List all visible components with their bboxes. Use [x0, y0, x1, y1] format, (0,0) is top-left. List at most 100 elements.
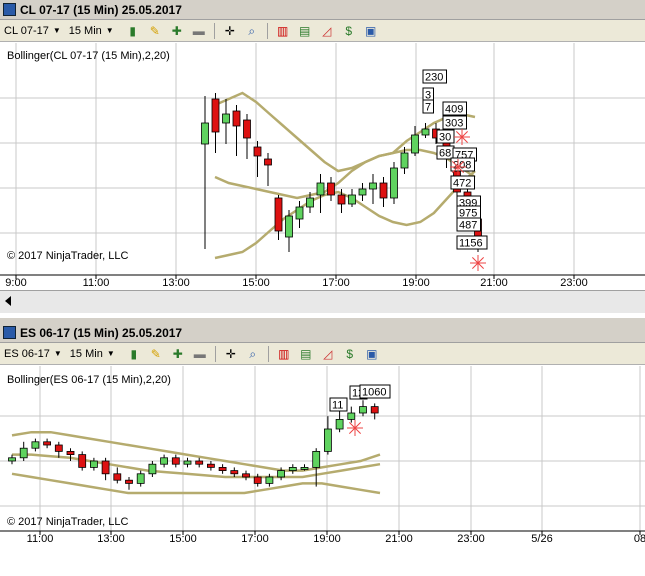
x-tick-label: 19:00	[313, 533, 341, 545]
chart-style-icon[interactable]: ◿	[319, 23, 335, 39]
instrument-label: ES 06-17	[4, 347, 50, 360]
trade-marker	[477, 262, 485, 270]
chevron-down-icon: ▼	[53, 349, 62, 358]
app-icon	[3, 3, 16, 16]
candle-body	[206, 463, 215, 468]
bollinger-band-line	[214, 170, 476, 260]
candle-body	[66, 451, 75, 456]
volume-label: 68	[439, 148, 451, 160]
candle-body	[369, 182, 377, 190]
indicator-label: Bollinger(ES 06-17 (15 Min),2,20)	[7, 374, 171, 386]
x-tick-label: 15:00	[242, 277, 270, 289]
top-horizontal-scrollbar[interactable]	[0, 290, 645, 313]
trade-marker	[477, 256, 485, 264]
properties-icon[interactable]: ▣	[364, 346, 380, 362]
top-chart-area[interactable]: 230 3 7 409 303 30 68 757 208 472 399 975 487 1156 Bo…	[0, 43, 645, 296]
top-title-bar[interactable]: CL 07-17 (15 Min) 25.05.2017	[0, 0, 645, 20]
volume-label: 409	[445, 104, 463, 116]
bar-type-icon[interactable]: ▮	[125, 23, 141, 39]
candle-body	[306, 197, 314, 208]
candle-body	[359, 406, 367, 414]
chevron-down-icon: ▼	[52, 26, 61, 35]
candle-body	[264, 158, 272, 166]
bottom-instrument-dropdown[interactable]: ES 06-17 ▼	[4, 348, 62, 360]
period-label: 15 Min	[69, 347, 103, 360]
candle-body	[265, 476, 274, 484]
bottom-window-title: ES 06-17 (15 Min) 25.05.2017	[20, 325, 183, 340]
top-chart-window: CL 07-17 (15 Min) 25.05.2017 CL 07-17 ▼ 1…	[0, 0, 645, 318]
pencil-draw-icon[interactable]: ✎	[148, 346, 164, 362]
x-tick-label: 13:00	[97, 533, 125, 545]
x-tick-label: 5/26	[531, 533, 553, 545]
x-tick-label: 21:00	[385, 533, 413, 545]
candle-body	[327, 182, 335, 196]
properties-icon[interactable]: ▣	[363, 23, 379, 39]
top-toolbar: CL 07-17 ▼ 15 Min ▼ ▮ ✎ ✚ ▬ ✛ ⌕ ▥ ▤ ◿ $ ▣	[0, 20, 645, 42]
chart-style-icon[interactable]: ◿	[320, 346, 336, 362]
chevron-down-icon: ▼	[105, 26, 114, 35]
candle-body	[253, 476, 262, 484]
trade-marker	[348, 427, 356, 435]
volume-label: 303	[445, 118, 463, 130]
toolbar-separator	[214, 345, 216, 362]
toolbar-separator	[267, 345, 269, 362]
x-tick-label: 21:00	[480, 277, 508, 289]
candle-body	[222, 113, 230, 124]
candle-body	[136, 473, 145, 484]
zoom-out-icon[interactable]: ▬	[192, 346, 208, 362]
candle-body	[183, 460, 192, 465]
strategies-icon[interactable]: ▤	[298, 346, 314, 362]
bar-type-icon[interactable]: ▮	[126, 346, 142, 362]
x-tick-label: 08	[633, 533, 645, 545]
x-tick-label: 15:00	[169, 533, 197, 545]
candle-body	[8, 457, 16, 462]
zoom-in-icon[interactable]: ✚	[170, 346, 186, 362]
volume-label: 472	[453, 178, 471, 190]
candle-body	[211, 98, 220, 133]
order-icon[interactable]: $	[342, 346, 358, 362]
bottom-title-bar[interactable]: ES 06-17 (15 Min) 25.05.2017	[0, 323, 645, 343]
top-instrument-dropdown[interactable]: CL 07-17 ▼	[4, 25, 61, 37]
x-tick-label: 23:00	[457, 533, 485, 545]
strategies-icon[interactable]: ▤	[297, 23, 313, 39]
candle-body	[370, 406, 379, 414]
crosshair-icon[interactable]: ✛	[222, 23, 238, 39]
bottom-chart-area[interactable]: 11 12 1060 Bollinger(ES 06-17 (15 Min),2,2…	[0, 366, 645, 576]
zoom-in-icon[interactable]: ✚	[169, 23, 185, 39]
pencil-draw-icon[interactable]: ✎	[147, 23, 163, 39]
candle-body	[232, 110, 241, 127]
candle-body	[125, 479, 133, 484]
trade-marker	[354, 421, 362, 429]
volume-label: 7	[425, 102, 431, 114]
scroll-left-icon[interactable]	[5, 296, 11, 306]
zoom-out-icon[interactable]: ▬	[191, 23, 207, 39]
copyright-text: © 2017 NinjaTrader, LLC	[7, 516, 129, 528]
candle-body	[253, 146, 262, 157]
candle-body	[335, 419, 344, 430]
indicators-icon[interactable]: ▥	[275, 23, 291, 39]
bollinger-band-line	[214, 148, 476, 200]
instrument-label: CL 07-17	[4, 24, 49, 37]
top-period-dropdown[interactable]: 15 Min ▼	[69, 25, 114, 37]
bottom-toolbar: ES 06-17 ▼ 15 Min ▼ ▮ ✎ ✚ ▬ ✛ ⌕ ▥ ▤ ◿ $ ▣	[0, 343, 645, 365]
chevron-down-icon: ▼	[106, 349, 115, 358]
volume-label: 487	[459, 220, 477, 232]
candle-body	[19, 447, 28, 459]
candle-body	[400, 152, 409, 169]
indicators-icon[interactable]: ▥	[276, 346, 292, 362]
bollinger-band-line	[11, 472, 381, 495]
candle-body	[312, 451, 321, 468]
volume-label: 1156	[459, 238, 483, 250]
candle-body	[323, 428, 332, 452]
indicator-label: Bollinger(CL 07-17 (15 Min),2,20)	[7, 50, 170, 62]
crosshair-icon[interactable]: ✛	[223, 346, 239, 362]
magnifier-icon[interactable]: ⌕	[244, 23, 260, 39]
candle-body	[113, 473, 122, 481]
bottom-period-dropdown[interactable]: 15 Min ▼	[70, 348, 115, 360]
magnifier-icon[interactable]: ⌕	[245, 346, 261, 362]
x-tick-label: 17:00	[322, 277, 350, 289]
candle-body	[201, 122, 209, 145]
order-icon[interactable]: $	[341, 23, 357, 39]
candle-body	[316, 182, 325, 196]
candle-body	[148, 463, 157, 475]
